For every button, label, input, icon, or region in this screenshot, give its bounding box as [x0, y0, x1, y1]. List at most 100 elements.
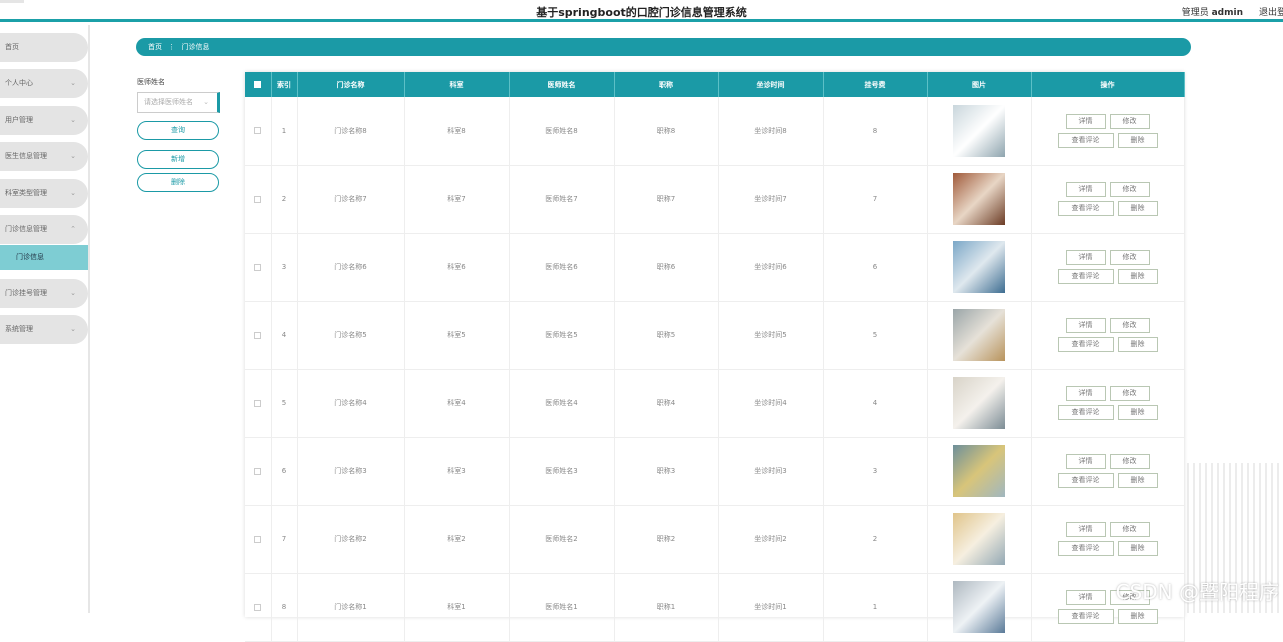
row-checkbox[interactable]: [254, 332, 261, 339]
row-checkbox[interactable]: [254, 127, 261, 134]
view-comments-button[interactable]: 查看评论: [1058, 201, 1114, 216]
cell-index: 3: [271, 233, 297, 301]
clinic-photo[interactable]: [953, 445, 1005, 497]
logout-link[interactable]: 退出登录: [1259, 5, 1283, 18]
clinic-photo[interactable]: [953, 377, 1005, 429]
row-select-cell[interactable]: [245, 369, 271, 437]
cell-doctor-name: 医师姓名6: [509, 233, 614, 301]
view-comments-button[interactable]: 查看评论: [1058, 337, 1114, 352]
cell-actions: 详情修改查看评论删除: [1031, 233, 1184, 301]
breadcrumb-separator: ⋮: [168, 43, 175, 51]
row-checkbox[interactable]: [254, 196, 261, 203]
cell-schedule: 坐诊时间6: [718, 233, 823, 301]
row-delete-button[interactable]: 删除: [1118, 473, 1158, 488]
select-all-cell[interactable]: [245, 72, 271, 97]
clinic-photo[interactable]: [953, 105, 1005, 157]
edit-button[interactable]: 修改: [1110, 182, 1150, 197]
view-comments-button[interactable]: 查看评论: [1058, 609, 1114, 624]
cell-department: 科室8: [404, 97, 509, 165]
sidebar-item-clinic-info[interactable]: 门诊信息管理 ⌃: [0, 215, 88, 244]
detail-button[interactable]: 详情: [1066, 522, 1106, 537]
clinic-photo[interactable]: [953, 309, 1005, 361]
edit-button[interactable]: 修改: [1110, 522, 1150, 537]
sidebar-item-system[interactable]: 系统管理 ⌄: [0, 315, 88, 344]
cell-index: 8: [271, 573, 297, 641]
view-comments-button[interactable]: 查看评论: [1058, 133, 1114, 148]
detail-button[interactable]: 详情: [1066, 454, 1106, 469]
logo-placeholder: [0, 0, 24, 3]
sidebar-item-registration[interactable]: 门诊挂号管理 ⌄: [0, 279, 88, 308]
row-checkbox[interactable]: [254, 536, 261, 543]
row-checkbox[interactable]: [254, 604, 261, 611]
row-delete-button[interactable]: 删除: [1118, 337, 1158, 352]
sidebar-item-home[interactable]: 首页: [0, 33, 88, 62]
cell-actions: 详情修改查看评论删除: [1031, 369, 1184, 437]
chevron-down-icon: ⌄: [70, 179, 76, 208]
edit-button[interactable]: 修改: [1110, 318, 1150, 333]
select-all-checkbox[interactable]: [254, 81, 261, 88]
detail-button[interactable]: 详情: [1066, 182, 1106, 197]
detail-button[interactable]: 详情: [1066, 250, 1106, 265]
cell-clinic-name: 门诊名称8: [297, 97, 404, 165]
row-checkbox[interactable]: [254, 400, 261, 407]
row-select-cell[interactable]: [245, 97, 271, 165]
cell-clinic-name: 门诊名称7: [297, 165, 404, 233]
clinic-photo[interactable]: [953, 513, 1005, 565]
view-comments-button[interactable]: 查看评论: [1058, 541, 1114, 556]
cell-fee: 7: [823, 165, 927, 233]
table-row: 4门诊名称5科室5医师姓名5职称5坐诊时间55详情修改查看评论删除: [245, 301, 1184, 369]
row-delete-button[interactable]: 删除: [1118, 269, 1158, 284]
column-header: 操作: [1031, 72, 1184, 97]
edit-button[interactable]: 修改: [1110, 250, 1150, 265]
watermark: CSDN @暨阳程序: [1116, 576, 1279, 605]
add-button[interactable]: 新增: [137, 150, 219, 169]
view-comments-button[interactable]: 查看评论: [1058, 405, 1114, 420]
row-checkbox[interactable]: [254, 468, 261, 475]
row-select-cell[interactable]: [245, 437, 271, 505]
detail-button[interactable]: 详情: [1066, 590, 1106, 605]
cell-fee: 8: [823, 97, 927, 165]
clinic-photo[interactable]: [953, 173, 1005, 225]
breadcrumb-home[interactable]: 首页: [148, 43, 162, 51]
clinic-photo[interactable]: [953, 581, 1005, 633]
cell-clinic-name: 门诊名称4: [297, 369, 404, 437]
row-select-cell[interactable]: [245, 233, 271, 301]
detail-button[interactable]: 详情: [1066, 114, 1106, 129]
cell-doctor-name: 医师姓名8: [509, 97, 614, 165]
view-comments-button[interactable]: 查看评论: [1058, 473, 1114, 488]
doctor-select[interactable]: 请选择医师姓名 ⌄: [137, 92, 220, 113]
cell-image: [927, 369, 1031, 437]
view-comments-button[interactable]: 查看评论: [1058, 269, 1114, 284]
chevron-up-icon: ⌃: [70, 215, 76, 244]
sidebar-item-doctors[interactable]: 医生信息管理 ⌄: [0, 142, 88, 171]
row-delete-button[interactable]: 删除: [1118, 405, 1158, 420]
row-checkbox[interactable]: [254, 264, 261, 271]
clinic-photo[interactable]: [953, 241, 1005, 293]
delete-button[interactable]: 删除: [137, 173, 219, 192]
cell-schedule: 坐诊时间5: [718, 301, 823, 369]
row-select-cell[interactable]: [245, 301, 271, 369]
row-delete-button[interactable]: 删除: [1118, 201, 1158, 216]
row-select-cell[interactable]: [245, 573, 271, 641]
edit-button[interactable]: 修改: [1110, 114, 1150, 129]
detail-button[interactable]: 详情: [1066, 318, 1106, 333]
sidebar-subitem-clinic-info[interactable]: 门诊信息: [0, 245, 88, 270]
sidebar-item-departments[interactable]: 科室类型管理 ⌄: [0, 179, 88, 208]
column-header: 坐诊时间: [718, 72, 823, 97]
cell-index: 5: [271, 369, 297, 437]
row-select-cell[interactable]: [245, 165, 271, 233]
sidebar-item-users[interactable]: 用户管理 ⌄: [0, 106, 88, 135]
edit-button[interactable]: 修改: [1110, 386, 1150, 401]
sidebar-item-personal[interactable]: 个人中心 ⌄: [0, 69, 88, 98]
row-delete-button[interactable]: 删除: [1118, 609, 1158, 624]
column-header: 索引: [271, 72, 297, 97]
row-delete-button[interactable]: 删除: [1118, 133, 1158, 148]
query-button[interactable]: 查询: [137, 121, 219, 140]
detail-button[interactable]: 详情: [1066, 386, 1106, 401]
cell-department: 科室7: [404, 165, 509, 233]
edit-button[interactable]: 修改: [1110, 454, 1150, 469]
cell-index: 4: [271, 301, 297, 369]
row-delete-button[interactable]: 删除: [1118, 541, 1158, 556]
cell-clinic-name: 门诊名称3: [297, 437, 404, 505]
row-select-cell[interactable]: [245, 505, 271, 573]
